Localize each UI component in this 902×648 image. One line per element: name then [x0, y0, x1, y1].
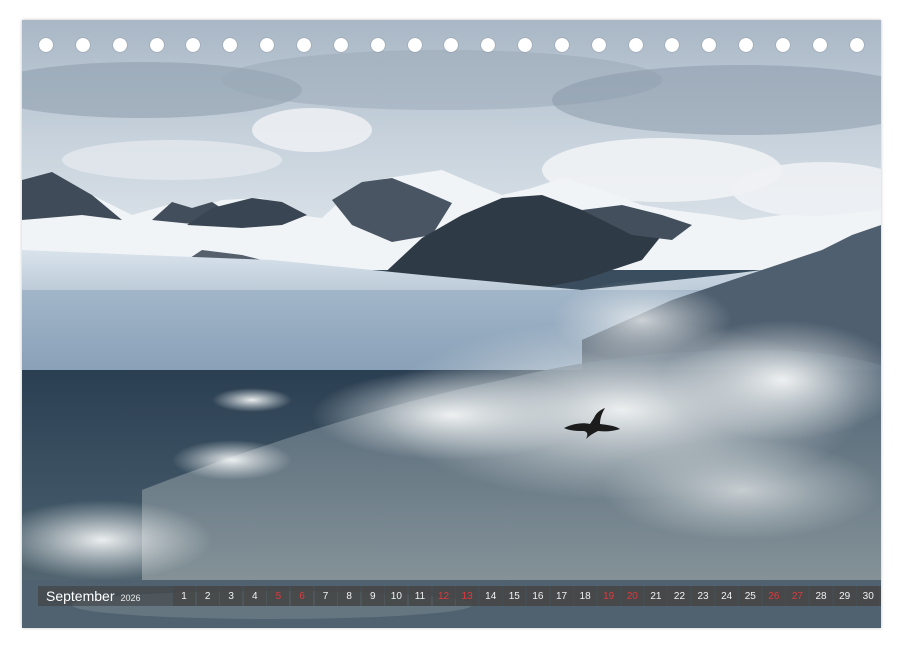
day-number: 30 [862, 590, 874, 602]
day-cell: 25 [739, 586, 762, 606]
day-number: 7 [322, 590, 329, 602]
day-cell: 26 [762, 586, 785, 606]
binding-hole [591, 38, 606, 52]
day-cell: 19 [597, 586, 620, 606]
day-cell: 29 [833, 586, 856, 606]
day-number: 9 [369, 590, 376, 602]
calendar-page: September 2026 1 2 3 4 5 6 7 8 9 10 11 12 13 14 15 16 17… [22, 20, 881, 628]
day-cell: 12 [432, 586, 455, 606]
day-cell: 7 [314, 586, 337, 606]
day-cell: 24 [715, 586, 738, 606]
day-number: 11 [414, 590, 426, 602]
day-number: 4 [252, 590, 258, 602]
binding-hole [112, 38, 127, 52]
binding-hole [849, 38, 864, 52]
day-number: 16 [532, 590, 544, 602]
day-number: 18 [579, 590, 591, 602]
day-number: 27 [791, 590, 803, 602]
binding-hole [739, 38, 754, 52]
day-number: 2 [204, 590, 211, 602]
day-number: 20 [626, 590, 638, 602]
binding-hole [518, 38, 533, 52]
binding-hole [481, 38, 496, 52]
day-cell: 20 [621, 586, 644, 606]
day-cell: 14 [479, 586, 502, 606]
day-number: 14 [485, 590, 497, 602]
day-cell: 2 [196, 586, 219, 606]
day-number: 21 [650, 590, 662, 602]
day-number: 3 [228, 590, 234, 602]
binding-hole [223, 38, 238, 52]
day-cell: 11 [408, 586, 431, 606]
date-strip: September 2026 1 2 3 4 5 6 7 8 9 10 11 12 13 14 15 16 17… [38, 586, 881, 606]
binding-hole [333, 38, 348, 52]
day-cell: 21 [644, 586, 667, 606]
year-label: 2026 [120, 593, 141, 603]
day-number: 8 [346, 590, 352, 602]
day-cell: 1 [173, 586, 195, 606]
day-cell: 22 [668, 586, 691, 606]
binding-hole [554, 38, 569, 52]
binding-hole [812, 38, 827, 52]
day-number: 19 [603, 590, 615, 602]
day-number: 26 [768, 590, 780, 602]
day-cell: 10 [385, 586, 408, 606]
day-cell: 9 [361, 586, 384, 606]
day-cell: 17 [550, 586, 573, 606]
day-cell: 5 [267, 586, 290, 606]
binding-hole [39, 38, 53, 52]
month-label: September 2026 [38, 586, 173, 606]
day-number: 22 [673, 590, 686, 602]
day-cell: 3 [220, 586, 243, 606]
binding-hole [407, 38, 422, 52]
day-cell: 13 [456, 586, 479, 606]
landscape-photo [22, 20, 881, 628]
month-name: September [46, 588, 115, 604]
day-number: 10 [390, 590, 402, 602]
binding-hole [75, 38, 90, 52]
day-number: 12 [437, 590, 450, 602]
day-number: 24 [721, 590, 733, 602]
day-number: 13 [461, 590, 473, 602]
day-number: 25 [744, 590, 756, 602]
day-cell: 30 [857, 586, 880, 606]
day-number: 29 [839, 590, 851, 602]
day-cell: 16 [526, 586, 549, 606]
day-number: 17 [555, 590, 568, 602]
day-cell: 27 [786, 586, 809, 606]
day-cell: 18 [574, 586, 597, 606]
day-number: 15 [508, 590, 520, 602]
binding-hole [186, 38, 201, 52]
binding-hole [149, 38, 164, 52]
day-cell: 8 [338, 586, 361, 606]
day-number: 5 [275, 590, 282, 602]
day-cell: 15 [503, 586, 526, 606]
day-cell: 28 [810, 586, 833, 606]
day-cell: 6 [290, 586, 313, 606]
binding-hole [776, 38, 790, 52]
day-number: 1 [181, 590, 187, 602]
binding-hole [665, 38, 680, 52]
binding-hole [628, 38, 643, 52]
day-number: 23 [697, 590, 709, 602]
binding-hole [296, 38, 311, 52]
binding-hole [444, 38, 459, 52]
day-number: 28 [815, 590, 827, 602]
day-cell: 23 [692, 586, 715, 606]
day-number: 6 [299, 590, 305, 602]
day-cell: 4 [243, 586, 266, 606]
binding-hole [370, 38, 385, 52]
binding-hole [702, 38, 717, 52]
binding-hole [260, 38, 275, 52]
binding-holes [22, 20, 881, 70]
